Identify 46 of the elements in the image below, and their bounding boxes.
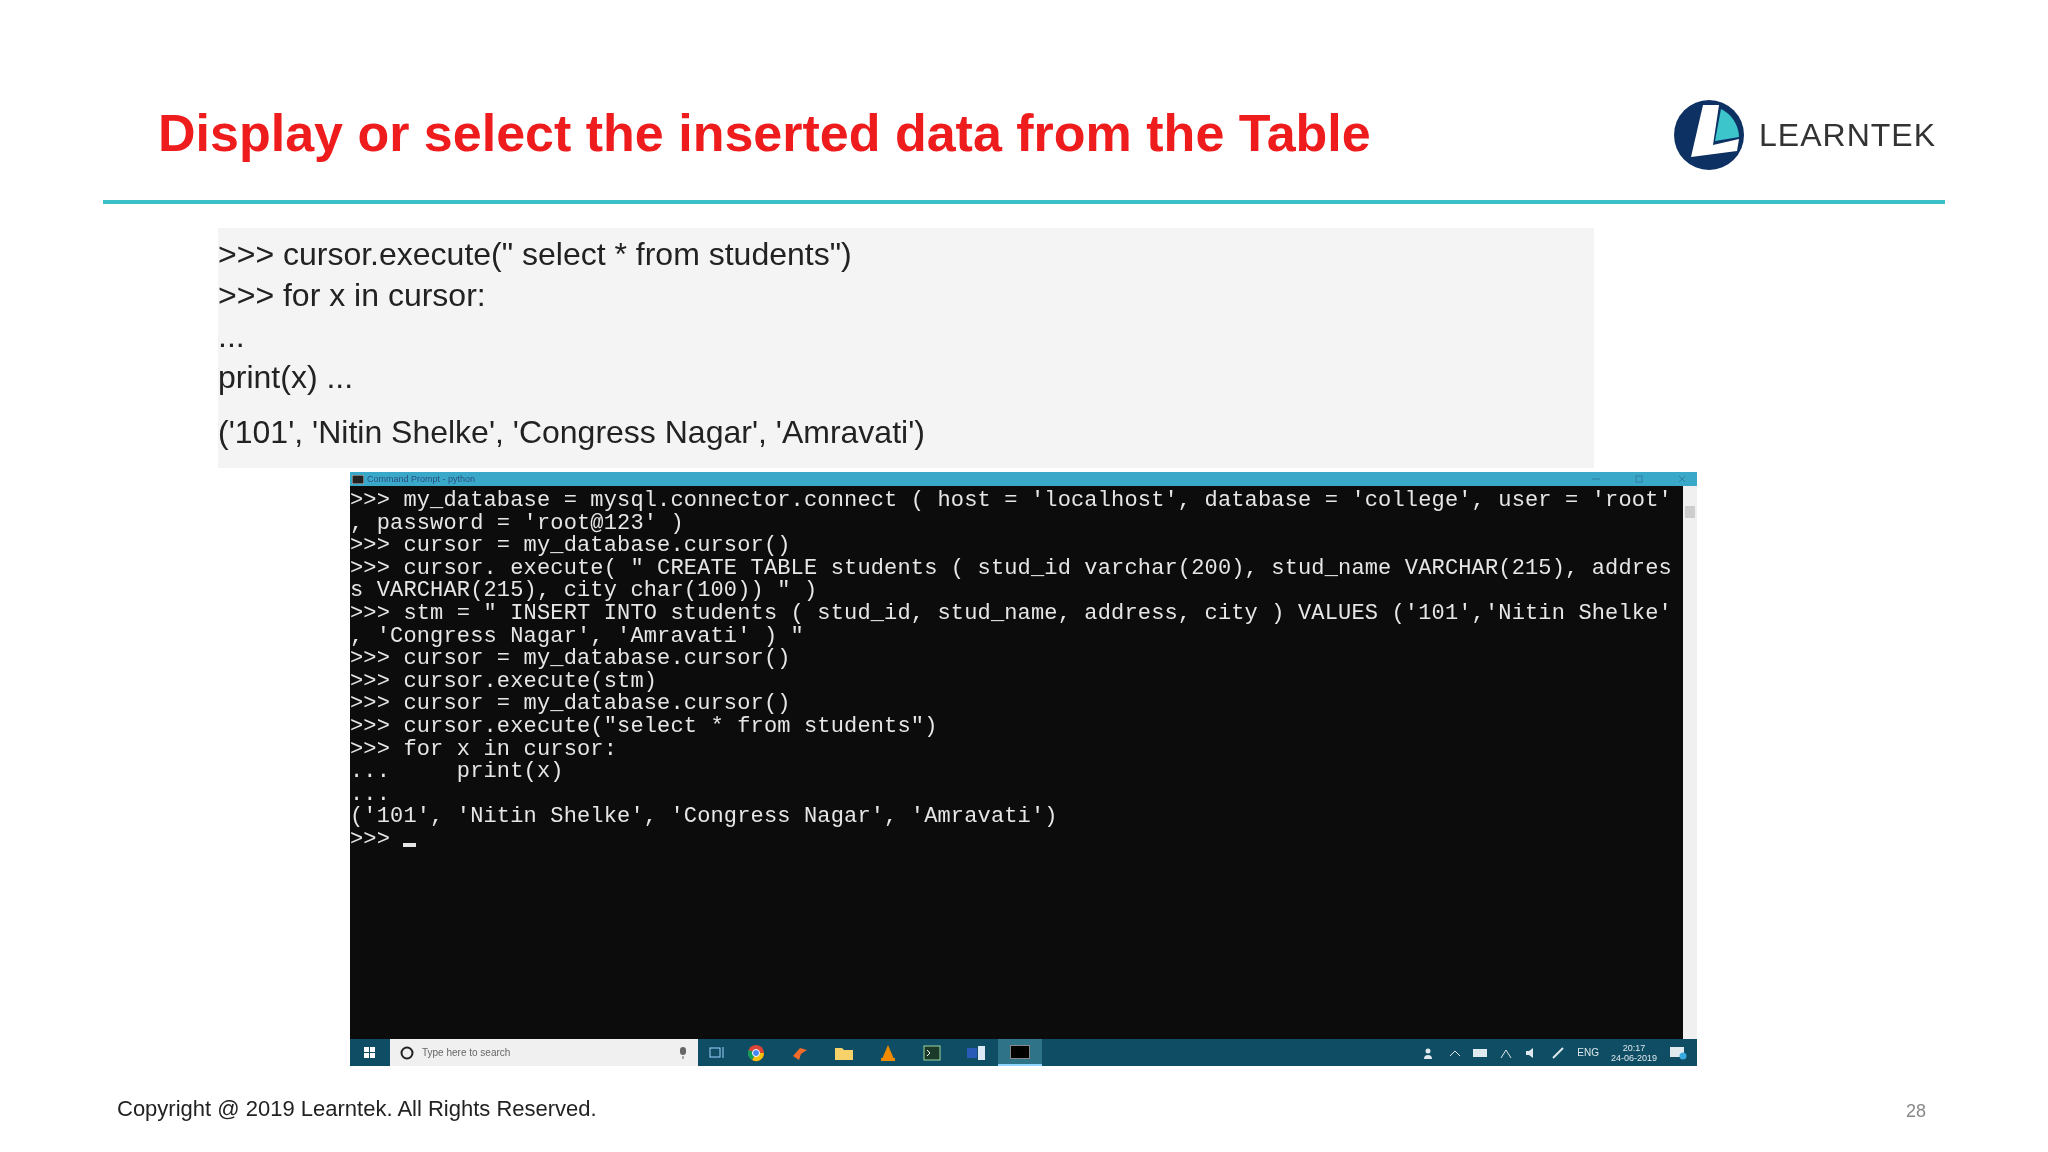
console-line: , password = 'root@123' ) bbox=[350, 512, 684, 536]
console-line: s VARCHAR(215), city char(100)) " ) bbox=[350, 580, 818, 603]
taskbar-app[interactable] bbox=[998, 1039, 1042, 1066]
text-cursor bbox=[403, 843, 417, 848]
code-line: print(x) ... bbox=[218, 358, 354, 397]
language-indicator[interactable]: ENG bbox=[1577, 1045, 1599, 1060]
console-line: >>> bbox=[350, 828, 391, 852]
code-line: >>> cursor.execute(" select * from students") bbox=[218, 235, 852, 274]
browser-icon bbox=[747, 1043, 765, 1062]
code-line: ('101', 'Nitin Shelke', 'Congress Nagar', 'Amravati') bbox=[218, 413, 925, 452]
console-line: >>> for x in cursor: bbox=[350, 738, 618, 762]
console-line: >>> my_database = mysql.connector.connect ( host = 'localhost', database = 'college', user = 'root' bbox=[350, 490, 1672, 513]
window-title: Command Prompt - python bbox=[367, 474, 476, 484]
logo-text: LEARNTEK bbox=[1759, 116, 1936, 155]
console-line: >>> stm = " INSERT INTO students ( stud_id, stud_name, address, city ) VALUES ('101','Nitin Shelke' bbox=[350, 602, 1672, 626]
battery-icon[interactable] bbox=[1473, 1048, 1488, 1057]
page-number: 28 bbox=[1905, 1100, 1926, 1123]
search-input[interactable]: Type here to search bbox=[422, 1045, 670, 1060]
notification-icon[interactable] bbox=[1669, 1045, 1687, 1060]
console-icon bbox=[1010, 1044, 1030, 1059]
console-line: >>> cursor.execute("select * from students") bbox=[350, 715, 938, 739]
console-line: >>> cursor = my_database.cursor() bbox=[350, 693, 791, 716]
pen-icon[interactable] bbox=[1551, 1046, 1566, 1059]
cone-icon bbox=[879, 1043, 897, 1062]
console-line: , 'Congress Nagar', 'Amravati' ) " bbox=[350, 625, 804, 649]
console-line: >>> cursor = my_database.cursor() bbox=[350, 535, 791, 558]
console-line: ... bbox=[350, 783, 391, 807]
circle-icon bbox=[400, 1045, 414, 1060]
slide-title: Display or select the inserted data from the Table bbox=[158, 103, 1371, 164]
monitor-icon bbox=[923, 1044, 941, 1061]
console-icon bbox=[352, 474, 364, 484]
search-field[interactable]: Type here to search bbox=[390, 1039, 698, 1066]
scrollbar[interactable] bbox=[1683, 486, 1697, 1039]
copyright-text: Copyright @ 2019 Learntek. All Rights Reserved. bbox=[117, 1095, 597, 1123]
window-icon bbox=[966, 1044, 986, 1061]
console-line: >>> cursor. execute( " CREATE TABLE students ( stud_id varchar(200), stud_name VARCHAR(215), addres bbox=[350, 557, 1672, 581]
code-line: ... bbox=[218, 317, 245, 356]
logo-icon bbox=[1673, 99, 1746, 171]
microphone-icon[interactable] bbox=[678, 1045, 688, 1060]
console-line: ('101', 'Nitin Shelke', 'Congress Nagar', 'Amravati') bbox=[350, 806, 1058, 829]
clock[interactable]: 20:17 24-06-2019 bbox=[1610, 1042, 1657, 1063]
caret-icon[interactable] bbox=[1449, 1048, 1462, 1057]
code-line: >>> for x in cursor: bbox=[218, 276, 486, 315]
console-line: ... print(x) bbox=[350, 761, 564, 784]
console-line: >>> cursor = my_database.cursor() bbox=[350, 648, 791, 671]
console-line: >>> cursor.execute(stm) bbox=[350, 670, 658, 694]
